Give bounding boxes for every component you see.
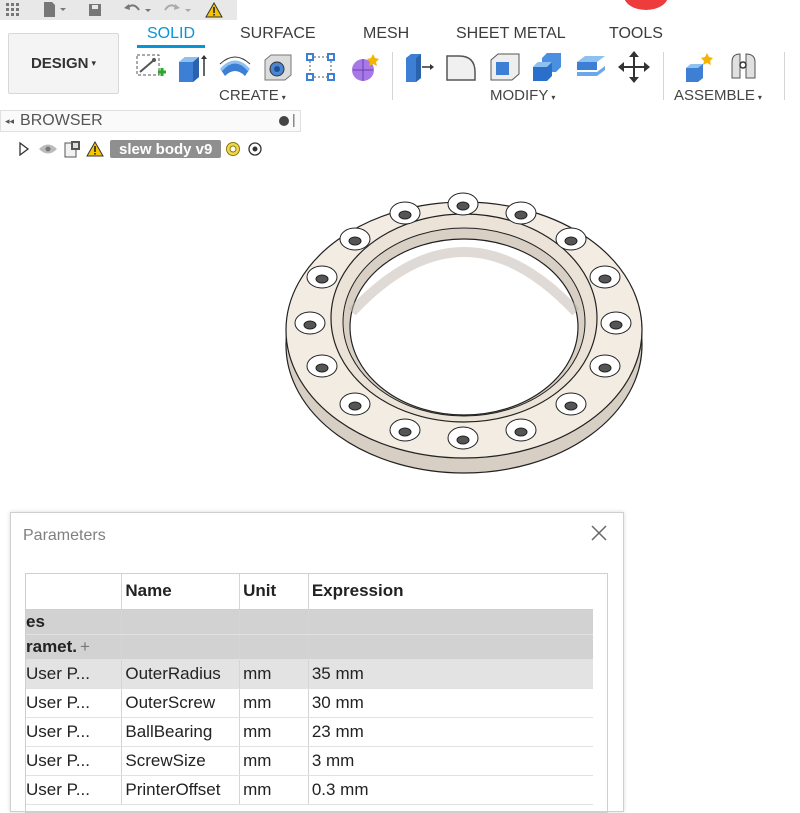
table-row[interactable]: User P... BallBearing mm 23 mm [26, 717, 593, 747]
group-row[interactable]: ramet. + [26, 634, 593, 660]
browser-title: BROWSER [20, 112, 103, 129]
table-header-row: r Name Unit Expression [26, 574, 593, 610]
modify-menu-label: MODIFY [490, 87, 549, 104]
column-header-type[interactable]: r [26, 574, 123, 610]
cell-expression[interactable]: 3 mm [308, 746, 593, 776]
combine-icon[interactable] [530, 50, 564, 84]
table-row[interactable]: User P... ScrewSize mm 3 mm [26, 746, 593, 776]
warning-icon[interactable] [205, 1, 223, 19]
ribbon-toolbar: DESIGN ▾ SOLID SURFACE MESH SHEET METAL … [0, 20, 800, 105]
cell-name[interactable]: OuterScrew [121, 688, 241, 718]
title-bar-area [237, 0, 800, 20]
tab-mesh[interactable]: MESH [363, 25, 409, 43]
pattern-icon[interactable] [304, 50, 338, 84]
cell-expression[interactable]: 35 mm [308, 659, 593, 689]
shell-icon[interactable] [488, 50, 522, 84]
create-sketch-icon[interactable] [134, 50, 168, 84]
hole-icon[interactable] [261, 50, 295, 84]
browser-panel-header: ◂◂ BROWSER | [0, 110, 301, 132]
assemble-menu-label: ASSEMBLE [674, 87, 755, 104]
tab-sheet-metal[interactable]: SHEET METAL [456, 25, 566, 43]
cell-name[interactable]: ScrewSize [121, 746, 241, 776]
chevron-down-icon: ▾ [91, 58, 97, 68]
active-tab-indicator [137, 45, 205, 48]
cell-unit[interactable]: mm [239, 659, 309, 689]
column-header-unit[interactable]: Unit [239, 574, 309, 610]
visibility-eye-icon[interactable] [38, 142, 58, 156]
press-pull-icon[interactable] [402, 50, 436, 84]
document-icon [64, 141, 80, 158]
joint-icon[interactable] [728, 50, 762, 84]
tab-tools[interactable]: TOOLS [609, 25, 663, 43]
file-menu-icon[interactable] [42, 1, 68, 19]
ribbon-separator [784, 52, 785, 100]
grid-menu-icon[interactable] [6, 1, 20, 19]
modify-menu[interactable]: MODIFY ▾ [490, 87, 555, 104]
tab-surface[interactable]: SURFACE [240, 25, 316, 43]
version-badge-icon[interactable] [225, 141, 241, 157]
chevron-down-icon: ▾ [551, 93, 556, 102]
dialog-title: Parameters [23, 527, 106, 544]
form-icon[interactable] [347, 50, 381, 84]
cell-type: User P... [26, 659, 123, 689]
cell-type: User P... [26, 688, 123, 718]
create-menu-label: CREATE [219, 87, 279, 104]
cell-unit[interactable]: mm [239, 746, 309, 776]
undo-icon[interactable] [123, 1, 153, 19]
column-header-name[interactable]: Name [121, 574, 241, 610]
chevron-down-icon: ▾ [281, 93, 286, 102]
group-label: es [26, 609, 123, 635]
cell-expression[interactable]: 23 mm [308, 717, 593, 747]
minimize-panel-icon[interactable] [279, 116, 289, 126]
table-row[interactable]: User P... OuterRadius mm 35 mm [26, 659, 593, 689]
collapse-panel-icon[interactable]: ◂◂ [5, 116, 14, 127]
ribbon-separator [663, 52, 664, 100]
move-copy-icon[interactable] [617, 50, 651, 84]
create-menu[interactable]: CREATE ▾ [219, 87, 286, 104]
root-component-label[interactable]: slew body v9 [110, 140, 222, 158]
group-label: ramet. [26, 636, 78, 656]
warning-icon[interactable] [86, 141, 104, 157]
extrude-icon[interactable] [174, 50, 208, 84]
panel-options-icon[interactable]: | [292, 111, 296, 127]
cell-type: User P... [26, 717, 123, 747]
assemble-menu[interactable]: ASSEMBLE ▾ [674, 87, 762, 104]
ribbon-separator [392, 52, 393, 100]
group-row[interactable]: es [26, 609, 593, 635]
new-component-icon[interactable] [683, 50, 717, 84]
workspace-switcher-button[interactable]: DESIGN ▾ [8, 33, 119, 94]
cell-name[interactable]: OuterRadius [121, 659, 241, 689]
save-icon[interactable] [88, 1, 102, 19]
browser-tree-item[interactable]: slew body v9 [0, 138, 290, 160]
parameters-dialog: Parameters r Name Unit Expression es ram… [10, 512, 624, 813]
cell-type: User P... [26, 746, 123, 776]
cell-expression[interactable]: 30 mm [308, 688, 593, 718]
expand-arrow-icon[interactable] [18, 142, 30, 156]
quick-access-bar [0, 0, 237, 20]
table-row[interactable]: User P... OuterScrew mm 30 mm [26, 688, 593, 718]
add-parameter-icon[interactable]: + [80, 637, 90, 656]
column-header-expression[interactable]: Expression [308, 574, 593, 610]
chevron-down-icon: ▾ [757, 93, 762, 102]
slew-bearing-model[interactable] [280, 185, 650, 480]
workspace-label: DESIGN [30, 55, 89, 72]
close-icon[interactable] [589, 523, 609, 543]
activate-radio-icon[interactable] [247, 141, 263, 157]
cell-unit[interactable]: mm [239, 717, 309, 747]
fillet-icon[interactable] [444, 50, 478, 84]
offset-face-icon[interactable] [574, 50, 608, 84]
revolve-icon[interactable] [218, 50, 252, 84]
cell-name[interactable]: BallBearing [121, 717, 241, 747]
parameters-table: r Name Unit Expression es ramet.+ User P… [25, 573, 608, 813]
redo-icon[interactable] [163, 1, 193, 19]
cell-unit[interactable]: mm [239, 688, 309, 718]
tab-solid[interactable]: SOLID [147, 25, 195, 43]
